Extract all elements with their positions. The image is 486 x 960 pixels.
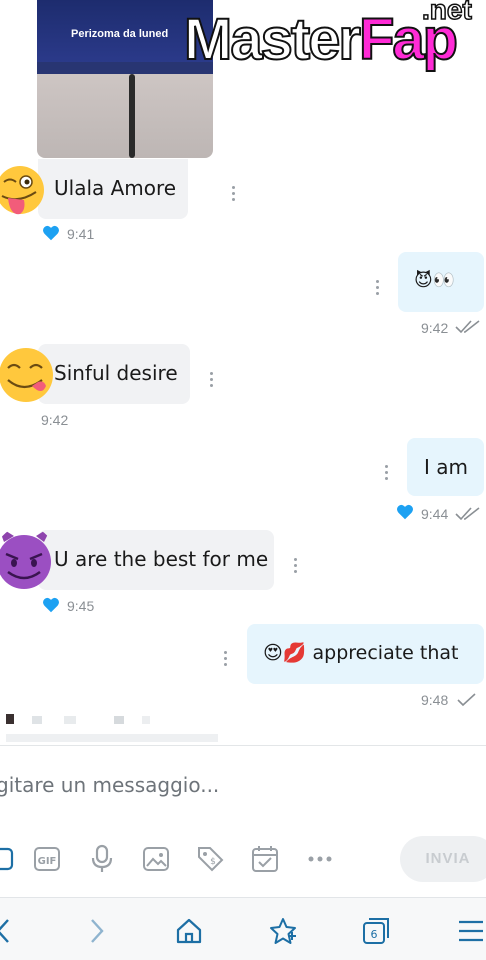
read-receipt-icon — [455, 320, 480, 334]
message-time: 9:42 — [421, 320, 449, 336]
message-bubble-incoming[interactable]: Sinful desire — [38, 344, 190, 404]
calendar-icon[interactable] — [251, 844, 279, 874]
more-icon[interactable] — [306, 844, 334, 874]
svg-text:$: $ — [210, 857, 216, 867]
tabs-icon[interactable]: 6 — [361, 916, 391, 946]
composer-divider — [0, 745, 486, 746]
forward-icon[interactable] — [82, 916, 112, 946]
message-text: U are the best for me — [54, 547, 269, 571]
watermark-suffix: .net — [421, 0, 472, 26]
home-icon[interactable] — [174, 916, 204, 946]
price-tag-icon[interactable]: $ — [196, 844, 224, 874]
message-time: 9:48 — [421, 692, 449, 708]
message-bubble-outgoing[interactable]: 😍💋 appreciate that — [247, 624, 484, 684]
message-time: 9:41 — [67, 226, 95, 242]
browser-navbar — [0, 897, 486, 960]
message-time: 9:45 — [67, 598, 95, 614]
savoring-food-emoji-icon — [0, 348, 53, 402]
message-text: Sinful desire — [54, 361, 178, 385]
favorites-icon[interactable] — [268, 916, 298, 946]
tab-count: 6 — [371, 928, 378, 941]
attachment-icon[interactable] — [0, 844, 16, 874]
message-text: 😈👀 — [414, 270, 456, 291]
message-time: 9:42 — [41, 412, 69, 428]
send-button[interactable]: INVIA — [400, 836, 486, 882]
sent-check-icon — [457, 693, 476, 707]
image-icon[interactable] — [142, 844, 170, 874]
message-bubble-outgoing[interactable]: 😈👀 — [398, 252, 484, 312]
message-options-icon[interactable] — [232, 186, 236, 202]
message-time: 9:44 — [421, 506, 449, 522]
message-text: I am — [424, 455, 468, 479]
watermark-logo: MasterFap — [183, 6, 459, 73]
menu-icon[interactable] — [456, 916, 486, 946]
back-icon[interactable] — [0, 916, 20, 946]
gif-icon[interactable]: GIF — [33, 844, 61, 874]
message-bubble-incoming[interactable]: Ulala Amore — [38, 159, 188, 219]
message-options-icon[interactable] — [376, 280, 380, 296]
message-bubble-incoming[interactable]: U are the best for me — [38, 530, 274, 590]
message-options-icon[interactable] — [210, 372, 214, 388]
read-receipt-icon — [455, 507, 480, 521]
like-heart-icon[interactable] — [42, 225, 60, 241]
message-text: 😍💋 appreciate that — [263, 642, 459, 664]
message-options-icon[interactable] — [294, 558, 298, 574]
microphone-icon[interactable] — [88, 844, 116, 874]
like-heart-icon[interactable] — [42, 597, 60, 613]
like-heart-icon[interactable] — [396, 504, 414, 520]
photo-caption: Perizoma da luned — [71, 28, 169, 40]
message-text: Ulala Amore — [54, 176, 177, 200]
typing-preview — [6, 706, 218, 746]
message-options-icon[interactable] — [224, 651, 228, 667]
message-bubble-outgoing[interactable]: I am — [407, 438, 484, 496]
svg-text:GIF: GIF — [38, 856, 57, 867]
message-options-icon[interactable] — [385, 465, 389, 481]
message-input[interactable]: gitare un messaggio... — [0, 773, 219, 797]
